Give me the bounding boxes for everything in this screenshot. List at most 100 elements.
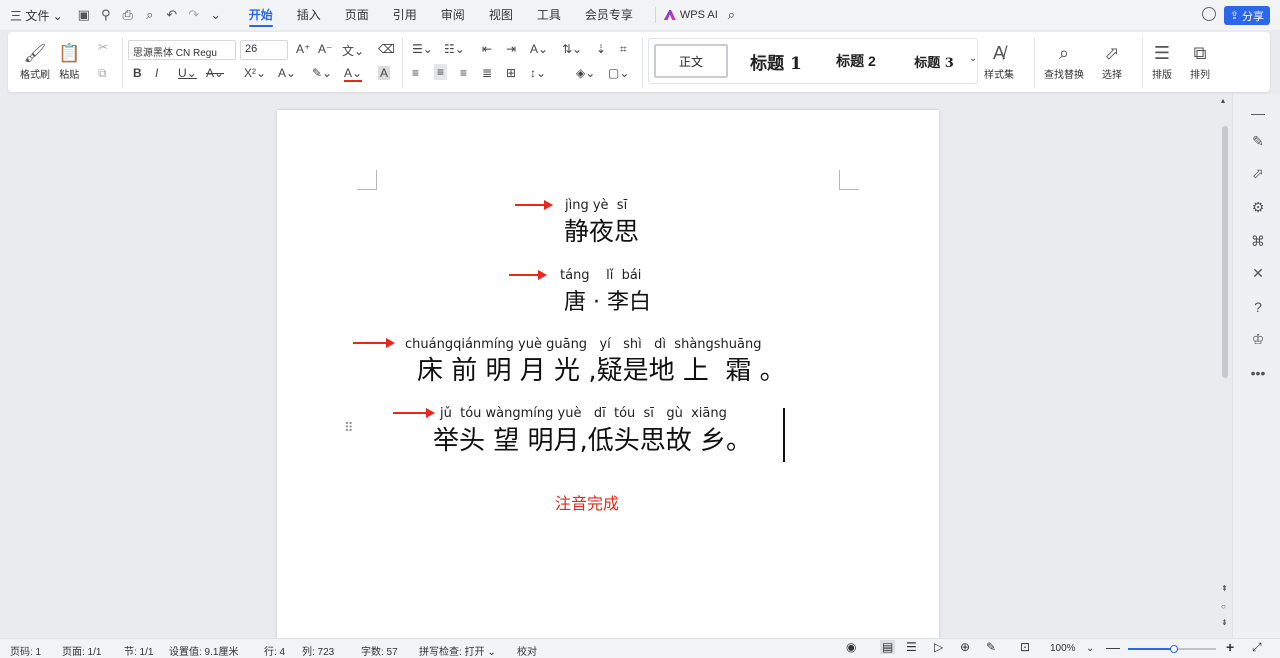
distribute-icon[interactable]: ⊞ <box>506 66 516 80</box>
align-left-icon[interactable]: ≡ <box>412 66 419 80</box>
proofread[interactable]: 校对 <box>517 643 537 658</box>
feedback-icon[interactable] <box>1202 7 1216 21</box>
phonetic-guide-icon[interactable]: 文⌄ <box>342 42 364 59</box>
skin-icon[interactable]: ♔ <box>1249 330 1267 348</box>
help-icon[interactable]: ? <box>1249 298 1267 316</box>
tab-member[interactable]: 会员专享 <box>573 0 645 30</box>
scroll-up-icon[interactable]: ▴ <box>1221 96 1225 105</box>
page-view-icon[interactable]: ▤ <box>880 640 896 654</box>
setting-value[interactable]: 设置值: 9.1厘米 <box>169 643 238 658</box>
text-effect-icon[interactable]: A⌄ <box>278 66 296 80</box>
zoom-in-icon[interactable]: + <box>1226 639 1234 655</box>
format-painter-button[interactable]: 🖌 格式刷 <box>20 40 50 82</box>
zoom-slider-knob[interactable] <box>1170 645 1178 653</box>
numbered-list-icon[interactable]: ☷⌄ <box>444 42 465 56</box>
bullet-list-icon[interactable]: ☰⌄ <box>412 42 433 56</box>
redo-icon[interactable]: ↷ <box>183 4 205 26</box>
page-count[interactable]: 页面: 1/1 <box>62 643 101 658</box>
justify-icon[interactable]: ≣ <box>482 66 492 80</box>
sort-icon[interactable]: ⇣ <box>596 42 606 56</box>
font-size-select[interactable]: 26 <box>240 40 288 60</box>
style-set-button[interactable]: A̸ 样式集 <box>984 40 1014 82</box>
tab-page[interactable]: 页面 <box>333 0 381 30</box>
font-name-select[interactable]: 思源黑体 CN Regu <box>128 40 236 60</box>
collapse-icon[interactable]: — <box>1249 104 1267 122</box>
column-indicator[interactable]: 列: 723 <box>302 643 334 658</box>
decrease-indent-icon[interactable]: ⇤ <box>482 42 492 56</box>
font-color-icon[interactable]: A⌄ <box>344 66 363 82</box>
section-count[interactable]: 节: 1/1 <box>124 643 153 658</box>
print-icon[interactable]: ⎙ <box>117 4 139 26</box>
line-spacing-icon[interactable]: ⇅⌄ <box>562 42 582 56</box>
drag-handle-icon[interactable]: ⠿ <box>344 421 353 434</box>
undo-icon[interactable]: ↶ <box>161 4 183 26</box>
save-icon[interactable]: ▣ <box>73 4 95 26</box>
vertical-scrollbar[interactable]: ▴ ⇞ ○ ⇟ <box>1220 94 1232 638</box>
paste-button[interactable]: 📋 粘贴 <box>58 40 80 82</box>
clear-format-icon[interactable]: ⌫ <box>378 42 395 56</box>
italic-icon[interactable]: I <box>155 66 158 80</box>
write-icon[interactable]: ✎ <box>986 640 996 654</box>
underline-icon[interactable]: U⌄ <box>178 66 197 80</box>
fullscreen-icon[interactable]: ⤢ <box>1252 640 1262 655</box>
style-heading-1[interactable]: 标题 1 <box>741 44 811 78</box>
text-direction-icon[interactable]: A⌄ <box>530 42 548 56</box>
style-heading-2[interactable]: 标题 2 <box>821 44 891 78</box>
select-browse-object-icon[interactable]: ○ <box>1221 602 1226 611</box>
eye-protect-icon[interactable]: ◉ <box>846 640 856 654</box>
superscript-icon[interactable]: X²⌄ <box>244 66 266 80</box>
zoom-dropdown-icon[interactable]: ⌄ <box>1086 643 1094 654</box>
zoom-slider[interactable] <box>1128 645 1216 653</box>
font-shrink-icon[interactable]: A⁻ <box>318 42 332 56</box>
select-tool-icon[interactable]: ⬀ <box>1249 164 1267 182</box>
tab-review[interactable]: 审阅 <box>429 0 477 30</box>
cut-icon[interactable]: ✂ <box>98 40 108 54</box>
style-scroll-icon[interactable]: ⌄ <box>969 53 977 64</box>
tab-references[interactable]: 引用 <box>381 0 429 30</box>
print-preview-icon[interactable]: ⌕ <box>139 4 161 26</box>
tab-insert[interactable]: 插入 <box>285 0 333 30</box>
spell-check[interactable]: 拼写检查: 打开 ⌄ <box>419 643 496 658</box>
share-button[interactable]: ⇪ 分享 <box>1223 6 1270 25</box>
document-page[interactable]: jìng yè sī 静夜思 táng lǐ bái 唐 · 李白 chuáng… <box>277 110 939 650</box>
share-link-icon[interactable]: ⚲ <box>95 4 117 26</box>
paragraph-spacing-icon[interactable]: ↕⌄ <box>530 66 546 80</box>
scroll-thumb[interactable] <box>1222 126 1228 378</box>
arrange-button[interactable]: ⧉ 排列 <box>1190 40 1210 82</box>
show-marks-icon[interactable]: ⌗ <box>620 42 627 57</box>
style-normal[interactable]: 正文 <box>654 44 728 78</box>
align-center-icon[interactable]: ≡ <box>434 64 448 80</box>
play-icon[interactable]: ▷ <box>934 640 943 654</box>
web-view-icon[interactable]: ⊕ <box>960 640 970 654</box>
row-indicator[interactable]: 行: 4 <box>264 643 285 658</box>
border-icon[interactable]: ▢⌄ <box>608 66 629 80</box>
increase-indent-icon[interactable]: ⇥ <box>506 42 516 56</box>
word-count[interactable]: 字数: 57 <box>361 643 398 658</box>
font-grow-icon[interactable]: A⁺ <box>296 42 310 56</box>
layout-button[interactable]: ☰ 排版 <box>1152 40 1172 82</box>
tab-home[interactable]: 开始 <box>237 0 285 30</box>
char-shading-icon[interactable]: A <box>378 66 391 80</box>
image-tool-icon[interactable]: ⌘ <box>1249 232 1267 250</box>
style-heading-3[interactable]: 标题 3 <box>901 44 967 78</box>
shading-icon[interactable]: ◈⌄ <box>576 66 595 80</box>
outline-view-icon[interactable]: ☰ <box>906 640 917 654</box>
prev-page-icon[interactable]: ⇞ <box>1221 584 1228 593</box>
file-menu[interactable]: 三 文件 ⌄ <box>10 7 63 24</box>
zoom-out-icon[interactable]: — <box>1106 639 1120 655</box>
zoom-level[interactable]: 100% <box>1050 643 1076 654</box>
pen-icon[interactable]: ✎ <box>1249 132 1267 150</box>
page-number[interactable]: 页码: 1 <box>10 643 41 658</box>
adjust-icon[interactable]: ⚙ <box>1249 198 1267 216</box>
select-button[interactable]: ⬀ 选择 <box>1102 40 1122 82</box>
tools-icon[interactable]: ✕ <box>1249 264 1267 282</box>
strikethrough-icon[interactable]: A⌄ <box>206 66 224 80</box>
fit-page-icon[interactable]: ⊡ <box>1020 640 1030 654</box>
bold-icon[interactable]: B <box>133 66 142 80</box>
tab-tools[interactable]: 工具 <box>525 0 573 30</box>
search-icon[interactable]: ⌕ <box>728 7 735 23</box>
copy-icon[interactable]: ⧉ <box>98 66 107 81</box>
tab-view[interactable]: 视图 <box>477 0 525 30</box>
next-page-icon[interactable]: ⇟ <box>1221 618 1228 627</box>
find-replace-button[interactable]: ⌕ 查找替换 <box>1044 40 1084 82</box>
